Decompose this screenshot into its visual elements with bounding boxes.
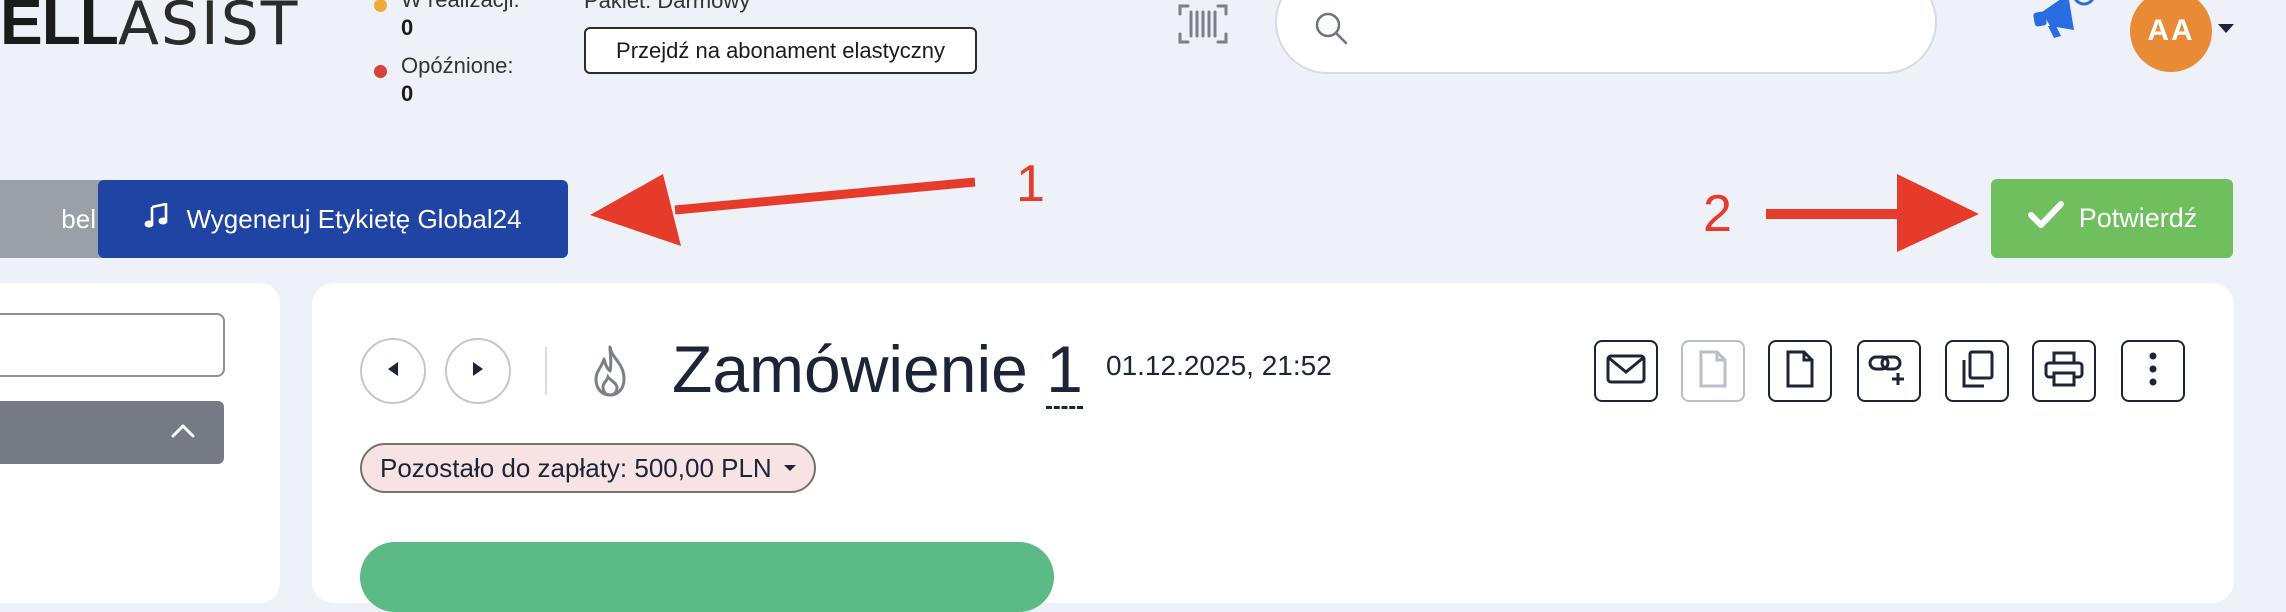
collapse-section-button[interactable] xyxy=(0,401,224,464)
payment-remaining-text: Pozostało do zapłaty: 500,00 PLN xyxy=(380,452,772,483)
print-icon xyxy=(2044,351,2084,392)
add-link-button[interactable] xyxy=(1857,340,1921,402)
switch-plan-button[interactable]: Przejdź na abonament elastyczny xyxy=(584,27,977,74)
confirm-button[interactable]: Potwierdź xyxy=(1991,179,2233,258)
payment-remaining-badge[interactable]: Pozostało do zapłaty: 500,00 PLN xyxy=(360,443,816,493)
logo-text-thin: ASIST xyxy=(117,0,300,59)
chevron-right-icon xyxy=(471,361,485,382)
divider xyxy=(545,347,547,395)
search-icon xyxy=(1313,10,1349,46)
label-button-text: bel xyxy=(61,203,96,234)
confirm-button-text: Potwierdź xyxy=(2078,203,2198,233)
send-email-button[interactable] xyxy=(1594,340,1658,402)
search-input[interactable] xyxy=(1367,2,1911,44)
status-dot-in-progress xyxy=(374,0,387,12)
generate-label-global24-button[interactable]: Wygeneruj Etykietę Global24 xyxy=(98,180,568,258)
checkmark-icon xyxy=(2027,200,2065,237)
label-button[interactable]: bel xyxy=(0,180,114,258)
order-date: 01.12.2025, 21:52 xyxy=(1106,350,1332,381)
envelope-icon xyxy=(1606,354,1646,389)
annotation-number: 2 xyxy=(1703,185,1732,243)
more-vertical-icon xyxy=(2149,352,2157,391)
chevron-down-icon[interactable] xyxy=(2218,24,2234,33)
flame-icon[interactable] xyxy=(584,343,636,399)
barcode-icon[interactable] xyxy=(1176,2,1230,46)
status-dot-delayed xyxy=(374,65,387,78)
order-number[interactable]: 1 xyxy=(1046,332,1083,409)
chevron-up-icon xyxy=(170,421,196,444)
generate-label-text: Wygeneruj Etykietę Global24 xyxy=(186,203,522,234)
more-options-button[interactable] xyxy=(2121,340,2185,402)
megaphone-icon[interactable] xyxy=(2028,0,2098,50)
annotation-number: 1 xyxy=(1016,155,1045,213)
link-add-icon xyxy=(1868,351,1910,392)
stat-delayed: Opóźnione: 0 xyxy=(374,52,514,108)
status-button[interactable] xyxy=(360,542,1054,612)
music-note-icon xyxy=(144,201,168,236)
logo-text-bold: ELL xyxy=(0,0,119,58)
stat-in-progress: W realizacji: 0 xyxy=(374,0,520,42)
stat-label: Opóźnione: xyxy=(401,53,514,78)
previous-order-button[interactable] xyxy=(360,338,426,404)
stat-label: W realizacji: xyxy=(401,0,520,14)
document-button[interactable] xyxy=(1768,340,1832,402)
chevron-left-icon xyxy=(386,361,400,382)
copy-button[interactable] xyxy=(1945,340,2009,402)
copy-icon xyxy=(1960,350,1994,393)
plan-label: Pakiet: Darmowy xyxy=(584,0,751,13)
document-icon xyxy=(1785,350,1815,393)
search-bar[interactable] xyxy=(1275,0,1937,74)
chevron-down-icon xyxy=(783,465,796,471)
stat-value: 0 xyxy=(401,81,414,106)
annotation-arrow-right xyxy=(1764,172,1984,252)
stat-value: 0 xyxy=(401,15,414,40)
order-title-text: Zamówienie xyxy=(672,332,1028,406)
avatar[interactable]: AA xyxy=(2130,0,2212,72)
document-icon xyxy=(1698,350,1728,393)
next-order-button[interactable] xyxy=(445,338,511,404)
filter-input[interactable] xyxy=(0,313,225,377)
app-logo[interactable]: ELL ASIST xyxy=(0,0,299,54)
page-title: Zamówienie 1 xyxy=(672,326,1083,412)
annotation-arrow-left xyxy=(585,170,985,260)
print-button[interactable] xyxy=(2032,340,2096,402)
document-disabled-button[interactable] xyxy=(1681,340,1745,402)
